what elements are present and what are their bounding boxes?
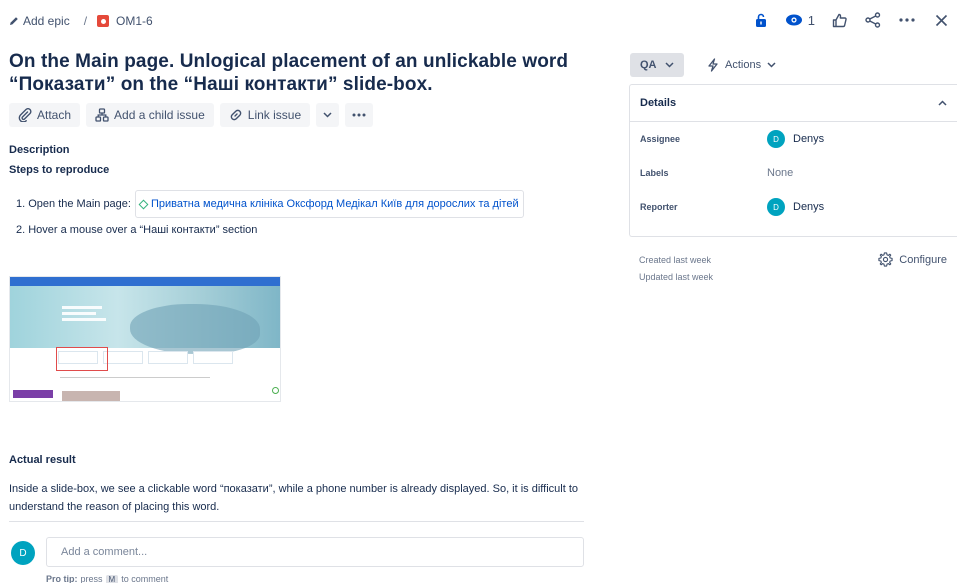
screenshot-hero-text [62,306,122,321]
screenshot-highlight [56,347,108,371]
issue-dates: Created last week Updated last week [639,252,713,286]
add-epic-label: Add epic [23,14,70,28]
watchers-count: 1 [807,12,815,28]
attach-button[interactable]: Attach [9,103,81,127]
actual-result-heading: Actual result [9,454,76,466]
issue-toolbar: Attach Add a child issue Link issue [9,103,374,127]
pro-tip-text-1: press [80,574,103,583]
more-actions-button[interactable] [345,103,374,127]
lock-icon[interactable] [751,10,771,30]
labels-row: Labels None [630,156,957,190]
labels-label: Labels [640,168,669,178]
like-icon[interactable] [829,10,849,30]
pro-tip-text-2: to comment [121,574,169,583]
breadcrumb: Add epic / OM1-6 [9,14,153,28]
steps-list: 1. Open the Main page: Приватна медична … [16,190,524,242]
details-header[interactable]: Details [630,85,957,122]
details-heading: Details [640,97,677,109]
keyboard-shortcut: M [105,574,119,583]
screenshot-divider [60,377,210,378]
pro-tip: Pro tip: press M to comment [46,574,168,583]
attachment-screenshot[interactable] [9,276,281,402]
step-1-text: 1. Open the Main page: [16,198,131,210]
updated-date: Updated last week [639,272,714,282]
assignee-name: Denys [793,133,825,145]
list-item: 2. Hover a mouse over a “Наші контакти” … [16,218,524,242]
pencil-icon [10,17,18,25]
assignee-row: Assignee D Denys [630,122,957,156]
page-icon [138,199,149,209]
chevron-down-icon [767,62,776,68]
comment-input[interactable] [46,537,584,567]
issue-key-link[interactable]: OM1-6 [116,14,153,28]
pro-tip-label: Pro tip: [46,574,78,583]
child-issue-icon [95,108,109,122]
lightning-icon [708,58,718,72]
share-icon[interactable] [863,10,883,30]
add-epic-link[interactable]: Add epic [9,14,70,28]
chevron-down-icon [323,112,332,118]
attach-label: Attach [37,108,72,122]
add-child-issue-button[interactable]: Add a child issue [86,103,214,127]
screenshot-bottom-image [62,391,120,401]
main-page-link-label: Приватна медична клініка Оксфорд Медікал… [150,198,519,210]
close-icon[interactable] [931,10,951,30]
avatar: D [767,130,785,148]
divider [9,521,584,522]
more-icon[interactable] [897,10,917,30]
gear-icon [878,252,893,267]
chevron-down-icon [664,62,674,68]
link-issue-dropdown-button[interactable] [316,103,340,127]
screenshot-nav-bar [10,277,280,286]
avatar: D [767,198,785,216]
screenshot-purple-block [13,390,53,398]
avatar: D [11,541,35,565]
steps-heading: Steps to reproduce [9,164,110,176]
watch-button[interactable]: 1 [785,13,815,28]
reporter-row: Reporter D Denys [630,190,957,224]
actions-label: Actions [725,59,762,71]
chevron-up-icon [938,100,947,106]
bug-icon [97,15,110,27]
screenshot-green-icon [272,387,279,394]
screenshot-card [193,351,233,364]
reporter-name: Denys [793,201,825,213]
actions-dropdown[interactable]: Actions [703,53,780,77]
paperclip-icon [18,108,32,122]
screenshot-hero-shape [130,304,260,354]
screenshot-hero [10,286,280,354]
breadcrumb-separator: / [83,14,88,28]
reporter-field[interactable]: D Denys [767,198,824,216]
assignee-label: Assignee [640,134,681,144]
issue-title[interactable]: On the Main page. Unlogical placement of… [9,50,589,96]
eye-icon [785,14,802,26]
more-icon [352,113,366,117]
add-child-issue-label: Add a child issue [114,108,205,122]
step-2-text: 2. Hover a mouse over a “Наші контакти” … [16,224,258,236]
status-dropdown[interactable]: QA [630,53,684,77]
labels-field[interactable]: None [767,167,793,179]
link-icon [230,109,242,121]
description-heading: Description [9,144,70,156]
issue-header-actions: 1 [751,10,951,30]
assignee-field[interactable]: D Denys [767,130,824,148]
status-label: QA [640,59,657,71]
actual-result-text: Inside a slide-box, we see a clickable w… [9,483,579,513]
created-date: Created last week [639,255,712,265]
main-page-link[interactable]: Приватна медична клініка Оксфорд Медікал… [134,190,524,218]
link-issue-label: Link issue [247,108,302,122]
configure-label: Configure [899,253,947,266]
link-issue-button[interactable]: Link issue [219,103,311,127]
screenshot-card [103,351,143,364]
list-item: 1. Open the Main page: Приватна медична … [16,190,524,218]
reporter-label: Reporter [640,202,678,212]
screenshot-card [148,351,188,364]
configure-button[interactable]: Configure [878,252,947,267]
details-panel: Details Assignee D Denys Labels None Rep… [629,84,957,237]
